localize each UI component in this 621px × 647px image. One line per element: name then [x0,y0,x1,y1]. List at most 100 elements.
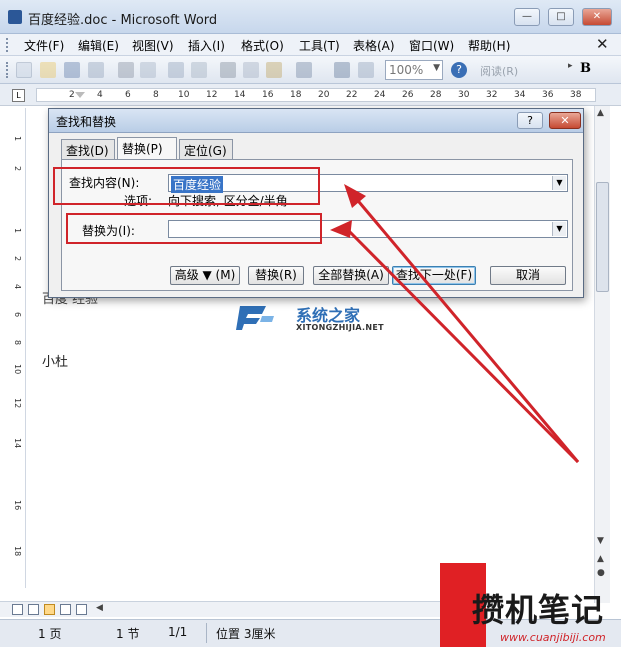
help-icon[interactable]: ? [451,62,467,78]
hyperlink-icon[interactable] [334,62,350,78]
find-next-button[interactable]: 查找下一处(F) [392,266,476,285]
scroll-left-icon[interactable]: ◀ [96,603,103,613]
ruler-number: 18 [290,90,302,100]
tab-find[interactable]: 查找(D) [61,139,115,159]
maximize-button[interactable]: □ [548,8,574,26]
menu-table[interactable]: 表格(A) [353,37,395,54]
ruler-number: 30 [458,90,470,100]
open-folder-icon[interactable] [40,62,56,78]
ruler-number: 24 [374,90,386,100]
horizontal-ruler: L 2 4 6 8 10 12 14 16 18 20 22 24 26 28 … [0,84,621,106]
vertical-scrollbar[interactable]: ▲ ▼ ▲ ● [594,106,610,603]
site-watermark: 系统之家 XITONGZHIJIA.NET [236,302,386,342]
print-layout-icon[interactable] [44,604,55,615]
scroll-down-icon[interactable]: ▼ [597,536,604,546]
web-layout-icon[interactable] [28,604,39,615]
replace-button[interactable]: 替换(R) [248,266,304,285]
scroll-up-icon[interactable]: ▲ [597,108,604,118]
menu-help[interactable]: 帮助(H) [468,37,510,54]
bold-button[interactable]: B [580,61,591,76]
ruler-number: 16 [262,90,274,100]
research-icon[interactable] [191,62,207,78]
reading-view-icon[interactable] [76,604,87,615]
menu-insert[interactable]: 插入(I) [188,37,225,54]
menu-grip[interactable] [6,38,9,52]
menu-file[interactable]: 文件(F) [24,37,64,54]
vruler-number: 1 [13,228,22,234]
ruler-number: 26 [402,90,414,100]
find-field-highlight [53,167,320,205]
normal-view-icon[interactable] [12,604,23,615]
print-icon[interactable] [118,62,134,78]
dialog-help-button[interactable]: ? [517,112,543,129]
document-close-icon[interactable]: ✕ [596,35,609,53]
vruler-number: 10 [13,364,22,375]
find-dropdown-icon[interactable]: ▼ [552,176,566,190]
brand-watermark-url: www.cuanjibiji.com [500,631,606,644]
brand-watermark: 攒机笔记 www.cuanjibiji.com [440,563,621,647]
ruler-number: 2 [69,90,75,100]
save-icon[interactable] [64,62,80,78]
spelling-icon[interactable] [168,62,184,78]
zoom-dropdown-icon: ▼ [433,63,440,73]
menu-tools[interactable]: 工具(T) [299,37,340,54]
cancel-button[interactable]: 取消 [490,266,566,285]
ruler-number: 12 [206,90,218,100]
tab-selector[interactable]: L [12,89,25,102]
ruler-number: 4 [97,90,103,100]
menu-window[interactable]: 窗口(W) [409,37,454,54]
vruler-number: 4 [13,284,22,290]
read-button[interactable]: 阅读(R) [480,63,518,79]
permission-icon[interactable] [88,62,104,78]
toolbar-grip[interactable] [6,62,9,78]
vruler-number: 18 [13,546,22,557]
toolbar-options-icon[interactable]: ▸ [568,61,573,71]
outline-view-icon[interactable] [60,604,71,615]
menu-edit[interactable]: 编辑(E) [78,37,119,54]
dialog-close-button[interactable]: ✕ [549,112,581,129]
scroll-thumb[interactable] [596,182,609,292]
menu-view[interactable]: 视图(V) [132,37,174,54]
paste-icon[interactable] [266,62,282,78]
menu-bar: 文件(F) 编辑(E) 视图(V) 插入(I) 格式(O) 工具(T) 表格(A… [0,34,621,56]
table-icon[interactable] [358,62,374,78]
title-bar: 百度经验.doc - Microsoft Word — □ ✕ [0,0,621,34]
close-button[interactable]: ✕ [582,8,612,26]
ruler-number: 22 [346,90,358,100]
replace-field-highlight [66,213,322,244]
copy-icon[interactable] [243,62,259,78]
status-page: 1 页 [38,627,62,641]
new-document-icon[interactable] [16,62,32,78]
ruler-number: 38 [570,90,582,100]
replace-dropdown-icon[interactable]: ▼ [552,222,566,236]
vruler-number: 6 [13,312,22,318]
minimize-button[interactable]: — [514,8,540,26]
first-line-indent-marker[interactable] [75,92,85,98]
dialog-title: 查找和替换 [56,115,117,129]
ruler-number: 34 [514,90,526,100]
document-author-text[interactable]: 小杜 [42,351,68,370]
view-bar: ◀ [0,601,440,617]
zoom-select[interactable]: 100% ▼ [385,60,443,80]
undo-icon[interactable] [296,62,312,78]
vruler-number: 8 [13,340,22,346]
tab-goto[interactable]: 定位(G) [179,139,233,159]
replace-all-button[interactable]: 全部替换(A) [313,266,389,285]
word-app-icon [8,10,22,24]
ruler-number: 36 [542,90,554,100]
ruler-number: 6 [125,90,131,100]
cut-icon[interactable] [220,62,236,78]
brand-watermark-name: 攒机笔记 [472,591,605,629]
vruler-number: 12 [13,398,22,409]
dialog-title-bar[interactable]: 查找和替换 ? ✕ [49,109,583,133]
standard-toolbar: 100% ▼ ? 阅读(R) ▸ B [0,56,621,84]
vertical-ruler: 1 2 1 2 4 6 8 10 12 14 16 18 [10,108,26,588]
menu-format[interactable]: 格式(O) [241,37,284,54]
more-button[interactable]: 高级 ▼ (M) [170,266,240,285]
status-position: 1/1 [168,625,188,639]
print-preview-icon[interactable] [140,62,156,78]
zoom-value: 100% [389,63,424,77]
tab-replace[interactable]: 替换(P) [117,137,177,159]
vruler-number: 16 [13,500,22,511]
ruler-scale[interactable]: 2 4 6 8 10 12 14 16 18 20 22 24 26 28 30… [36,88,596,102]
